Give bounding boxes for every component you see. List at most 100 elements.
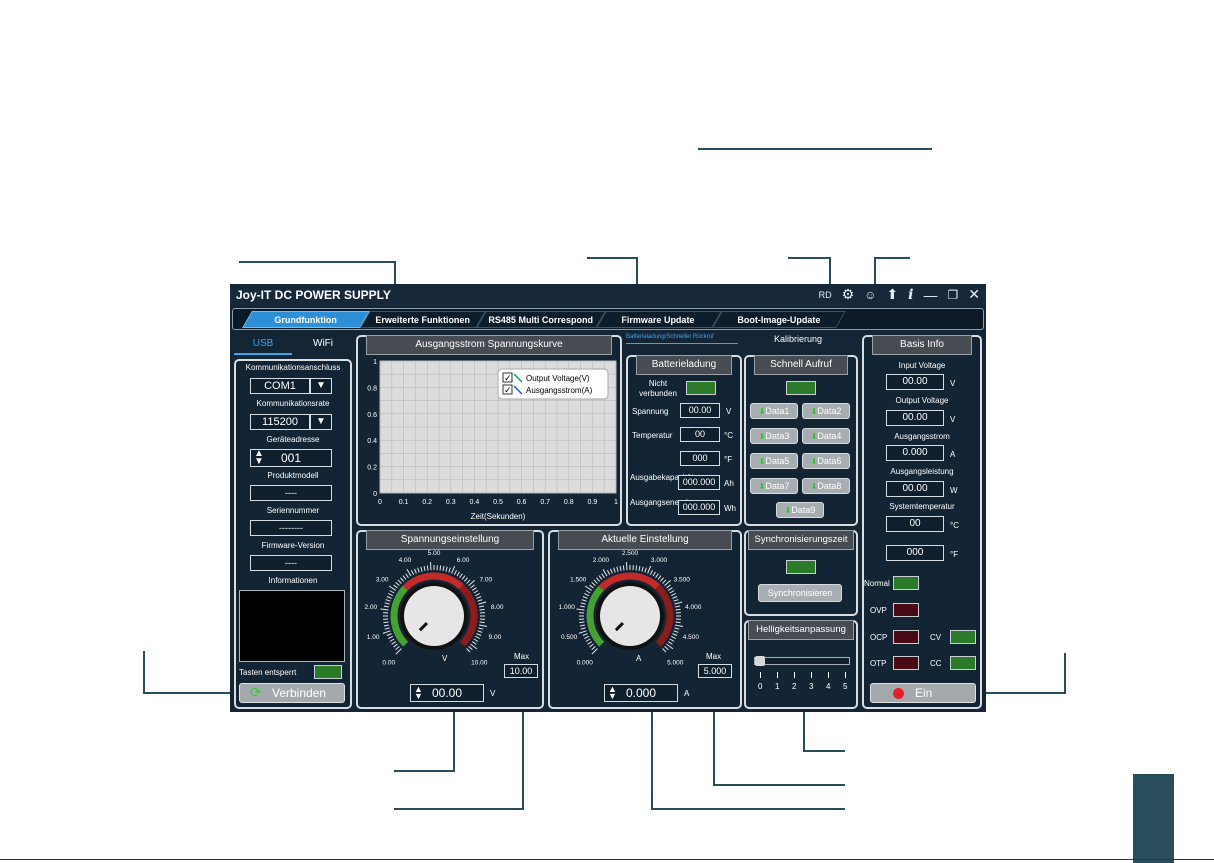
dial-scale-label: 8.00	[491, 604, 504, 611]
voltage-setting-title: Spannungseinstellung	[366, 530, 534, 550]
unit-label: °F	[950, 550, 959, 559]
stepper-arrows-icon[interactable]: ▲ ▼	[254, 449, 264, 467]
voltage-dial-unit: V	[442, 654, 448, 663]
callout-line	[239, 261, 395, 263]
y-tick-label: 0	[373, 491, 377, 498]
dial-scale-label: 4.00	[399, 557, 412, 564]
connect-button[interactable]: ⟳ Verbinden	[239, 683, 345, 703]
gear-icon[interactable]: ⚙	[842, 286, 855, 303]
x-tick-label: 0.8	[564, 499, 574, 506]
callout-line	[143, 651, 145, 693]
curve-panel: Ausgangsstrom Spannungskurve 0 0.2 0.4 0.6 0…	[356, 335, 622, 526]
port-select[interactable]: COM1	[250, 378, 310, 394]
brightness-tick-label: 0	[758, 682, 763, 691]
brightness-tick-label: 5	[843, 682, 848, 691]
battery-temp-label: Temperatur	[632, 431, 673, 440]
data1-button[interactable]: ⬇Data1	[750, 403, 798, 419]
normal-led	[893, 576, 919, 590]
brightness-tick-label: 4	[826, 682, 831, 691]
battery-panel: Batterieladung Nicht verbunden Spannung …	[626, 355, 742, 526]
info-box	[239, 590, 345, 662]
ovp-led	[893, 603, 919, 617]
tab-boot-image-update[interactable]: Boot-Image-Update	[712, 311, 846, 328]
dial-scale-label: 2.500	[622, 550, 639, 557]
callout-line	[713, 784, 845, 786]
user-icon[interactable]: ☺	[864, 288, 876, 302]
dial-scale-label: 5.000	[667, 659, 684, 666]
x-tick-label: 1	[614, 499, 618, 506]
voltage-max-label: Max	[514, 652, 530, 661]
on-button[interactable]: Ein	[870, 683, 976, 703]
x-tick-label: 0.5	[493, 499, 503, 506]
connection-panel: Kommunikationsanschluss COM1 ▼ Kommunika…	[234, 359, 352, 709]
system-temp-f: 000	[886, 545, 944, 561]
voltage-max-input[interactable]: 10.00	[504, 664, 538, 678]
brightness-panel: Helligkeitsanpassung 0 1 2 3 4 5	[744, 620, 858, 709]
heading-underline	[698, 148, 932, 150]
cc-label: CC	[930, 659, 942, 668]
brightness-tick	[794, 672, 795, 678]
legend-voltage: Output Voltage(V)	[526, 374, 590, 383]
tab-erweiterte-funktionen[interactable]: Erweiterte Funktionen	[360, 311, 486, 328]
info-label: Informationen	[268, 576, 318, 585]
on-button-label: Ein	[915, 686, 933, 700]
battery-title: Batterieladung	[636, 355, 732, 375]
current-max-input[interactable]: 5.000	[698, 664, 732, 678]
sync-button[interactable]: Synchronisieren	[758, 584, 842, 602]
restore-icon[interactable]: ❐	[948, 288, 959, 302]
footer-rule	[0, 859, 1214, 860]
quick-call-led	[786, 381, 816, 395]
battery-temp-c: 00	[680, 427, 720, 442]
tab-firmware-update[interactable]: Firmware Update	[596, 311, 722, 328]
minimize-icon[interactable]: —	[924, 287, 938, 303]
rd-label[interactable]: RD	[819, 290, 832, 300]
brightness-slider[interactable]	[754, 656, 850, 666]
x-tick-label: 0.2	[422, 499, 432, 506]
system-temp-c: 00	[886, 516, 944, 532]
data6-button[interactable]: ⬇Data6	[802, 453, 850, 469]
close-icon[interactable]: ✕	[968, 286, 980, 303]
dial-scale-label: 2.00	[364, 604, 377, 611]
data9-button[interactable]: ⬇Data9	[776, 502, 824, 518]
data7-button[interactable]: ⬇Data7	[750, 478, 798, 494]
tab-battery-quickcall[interactable]: Batterieladung/Schneller Rückruf	[626, 334, 738, 344]
voltage-setting-panel: Spannungseinstellung 0.00 1.00 2.00 3.00 4.0…	[356, 530, 544, 709]
tab-wifi[interactable]: WiFi	[294, 335, 352, 355]
dial-scale-label: 1.000	[559, 604, 576, 611]
svg-text:✓: ✓	[504, 373, 512, 383]
output-current: 0.000	[886, 445, 944, 461]
tab-rs485[interactable]: RS485 Multi Correspond	[476, 311, 606, 328]
rate-select[interactable]: 115200	[250, 414, 310, 430]
data3-button[interactable]: ⬇Data3	[750, 428, 798, 444]
data5-button[interactable]: ⬇Data5	[750, 453, 798, 469]
callout-line	[651, 703, 653, 809]
unit-label: °F	[724, 455, 733, 464]
info-icon[interactable]: i	[908, 287, 913, 303]
stepper-arrows-icon[interactable]: ▲ ▼	[414, 685, 423, 701]
chevron-down-icon[interactable]: ▼	[310, 378, 332, 394]
chevron-down-icon[interactable]: ▼	[310, 414, 332, 430]
dial-scale-label: 5.00	[428, 550, 441, 557]
stepper-arrows-icon[interactable]: ▲ ▼	[608, 685, 617, 701]
dial-scale-label: 7.00	[479, 576, 492, 583]
dial-scale-label: 1.500	[570, 576, 587, 583]
dial-scale-label: 4.000	[685, 604, 702, 611]
brightness-thumb[interactable]	[755, 656, 765, 666]
tab-grundfunktion[interactable]: Grundfunktion	[242, 311, 370, 328]
dial-scale-label: 9.00	[489, 634, 502, 641]
serial-value: --------	[250, 520, 332, 536]
data4-button[interactable]: ⬇Data4	[802, 428, 850, 444]
main-tabs: Grundfunktion Erweiterte Funktionen RS48…	[232, 308, 984, 330]
x-tick-label: 0.7	[540, 499, 550, 506]
arrow-up-icon[interactable]: ⬆	[886, 286, 898, 303]
tab-usb[interactable]: USB	[234, 335, 292, 355]
output-voltage: 00.00	[886, 410, 944, 426]
data2-button[interactable]: ⬇Data2	[802, 403, 850, 419]
unit-label: V	[726, 407, 732, 416]
app-window: Joy-IT DC POWER SUPPLY RD ⚙ ☺ ⬆ i — ❐ ✕ …	[230, 284, 986, 712]
callout-line	[803, 750, 845, 752]
tab-calibration[interactable]: Kalibrierung	[774, 334, 822, 344]
data8-button[interactable]: ⬇Data8	[802, 478, 850, 494]
address-label: Geräteadresse	[266, 435, 320, 444]
dial-scale-label: 6.00	[457, 557, 470, 564]
